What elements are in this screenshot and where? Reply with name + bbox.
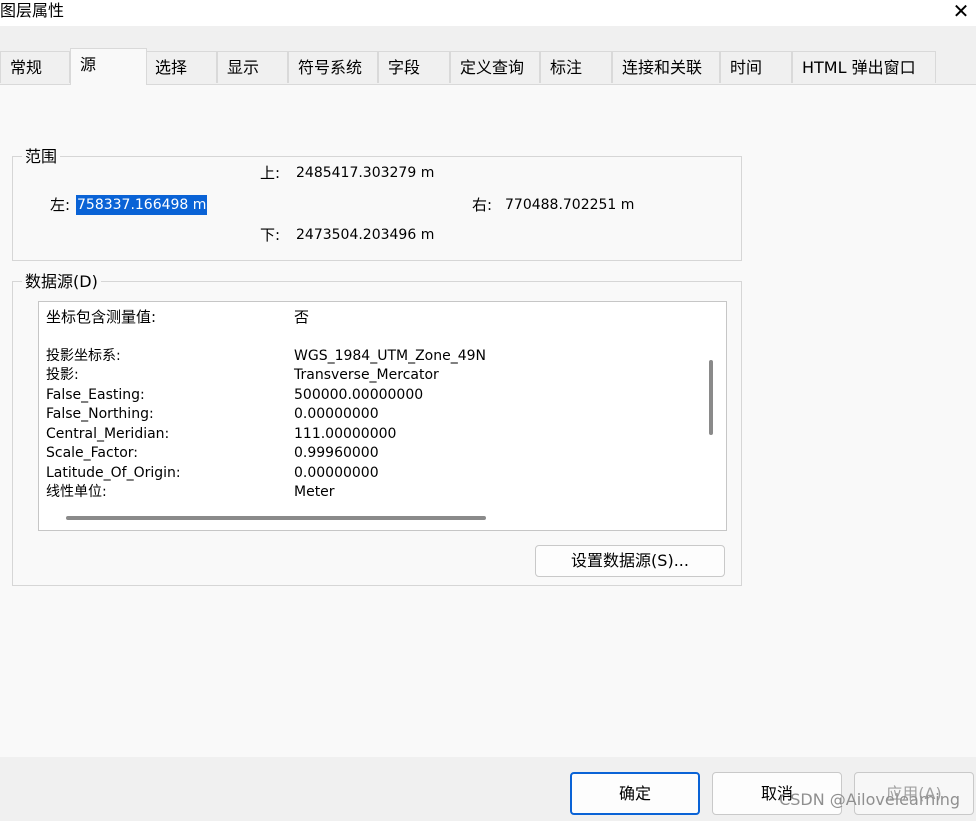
ds-row-label-pcs: 投影坐标系: bbox=[46, 348, 121, 364]
tab-selection[interactable]: 选择 bbox=[145, 51, 217, 83]
extent-left-label: 左: bbox=[50, 196, 71, 214]
ds-row-value-projection: Transverse_Mercator bbox=[294, 367, 439, 383]
ok-button[interactable]: 确定 bbox=[570, 772, 700, 815]
extent-right-label: 右: bbox=[472, 196, 493, 214]
ds-row-label-measures: 坐标包含测量值: bbox=[46, 308, 157, 326]
extent-right-value[interactable]: 770488.702251 m bbox=[505, 195, 634, 215]
ds-row-label-false-easting: False_Easting: bbox=[46, 387, 145, 403]
tab-bar: 常规 源 选择 显示 符号系统 字段 定义查询 标注 连接和关联 时间 HTML… bbox=[0, 48, 976, 85]
tab-time[interactable]: 时间 bbox=[720, 51, 792, 83]
ds-row-value-pcs: WGS_1984_UTM_Zone_49N bbox=[294, 348, 487, 364]
extent-legend: 范围 bbox=[22, 147, 61, 167]
extent-left-value[interactable]: 758337.166498 m bbox=[76, 195, 208, 215]
extent-bottom-value[interactable]: 2473504.203496 m bbox=[296, 225, 434, 245]
tab-html-popup[interactable]: HTML 弹出窗口 bbox=[792, 51, 936, 83]
tab-labels[interactable]: 标注 bbox=[540, 51, 612, 83]
ds-row-label-projection: 投影: bbox=[46, 367, 79, 383]
ds-row-value-measures: 否 bbox=[294, 308, 310, 326]
datasource-list[interactable]: 坐标包含测量值: 否 投影坐标系: WGS_1984_UTM_Zone_49N … bbox=[38, 301, 727, 531]
tab-general[interactable]: 常规 bbox=[0, 51, 70, 83]
tab-definition-query[interactable]: 定义查询 bbox=[450, 51, 540, 83]
window-title: 图层属性 bbox=[0, 1, 65, 20]
ds-row-label-linear-unit: 线性单位: bbox=[46, 484, 107, 500]
tab-symbology[interactable]: 符号系统 bbox=[288, 51, 378, 83]
ds-row-value-scale-factor: 0.99960000 bbox=[294, 445, 379, 461]
ds-row-label-latitude-origin: Latitude_Of_Origin: bbox=[46, 465, 181, 481]
ds-row-value-linear-unit: Meter bbox=[294, 484, 335, 500]
tab-source[interactable]: 源 bbox=[70, 48, 147, 85]
set-datasource-button[interactable]: 设置数据源(S)... bbox=[535, 545, 725, 577]
tab-joins-relates[interactable]: 连接和关联 bbox=[612, 51, 720, 83]
ds-row-value-central-meridian: 111.00000000 bbox=[294, 426, 397, 442]
vertical-scrollbar-thumb[interactable] bbox=[709, 360, 713, 435]
tab-fields[interactable]: 字段 bbox=[378, 51, 450, 83]
extent-top-value[interactable]: 2485417.303279 m bbox=[296, 163, 434, 183]
close-icon[interactable]: ✕ bbox=[946, 0, 976, 24]
ds-row-label-central-meridian: Central_Meridian: bbox=[46, 426, 170, 442]
tab-display[interactable]: 显示 bbox=[217, 51, 288, 83]
datasource-legend: 数据源(D) bbox=[22, 272, 101, 292]
ds-row-value-false-northing: 0.00000000 bbox=[294, 406, 379, 422]
ds-row-label-false-northing: False_Northing: bbox=[46, 406, 154, 422]
ds-row-label-scale-factor: Scale_Factor: bbox=[46, 445, 138, 461]
ds-row-value-latitude-origin: 0.00000000 bbox=[294, 465, 379, 481]
title-bar bbox=[0, 0, 976, 26]
horizontal-scrollbar-thumb[interactable] bbox=[66, 516, 486, 520]
ds-row-value-false-easting: 500000.00000000 bbox=[294, 387, 424, 403]
watermark-text: CSDN @Ailovelearning bbox=[779, 790, 960, 809]
extent-bottom-label: 下: bbox=[260, 226, 281, 244]
extent-top-label: 上: bbox=[260, 164, 281, 182]
